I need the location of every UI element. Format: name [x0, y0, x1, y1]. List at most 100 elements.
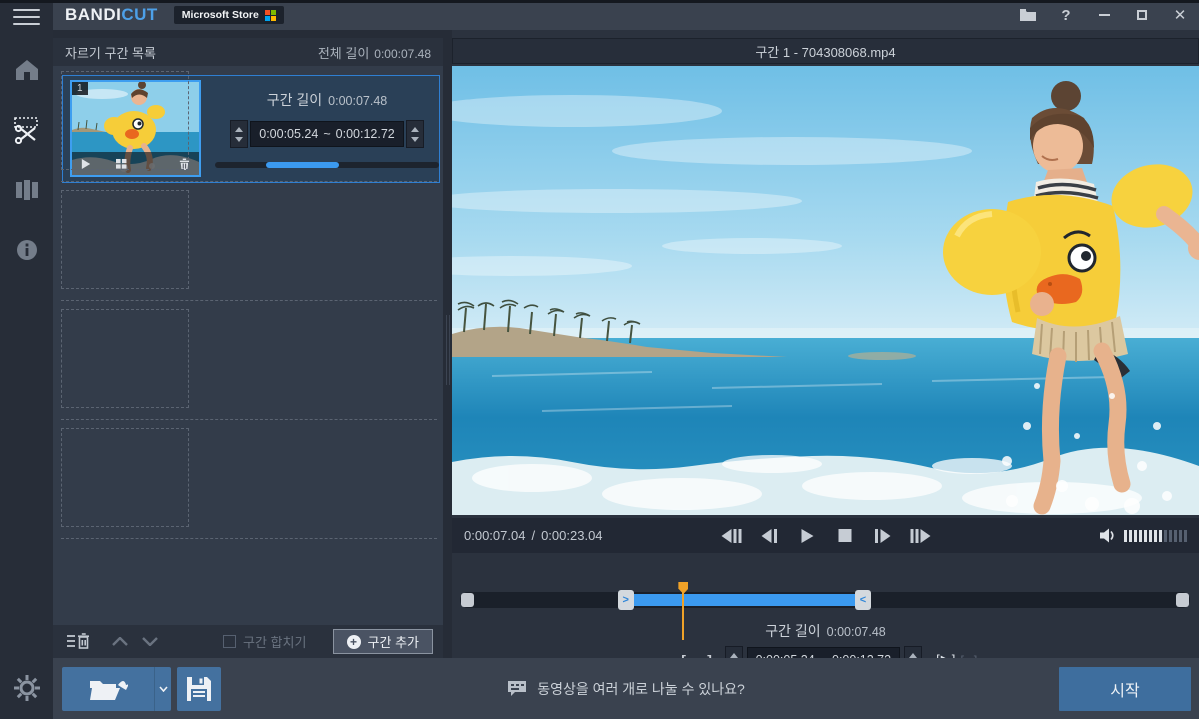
window-controls: ? ✕: [1009, 0, 1199, 30]
file-buttons: [62, 667, 221, 711]
placeholder-divider: [61, 419, 437, 420]
speaker-icon: [1100, 528, 1114, 543]
minimize-icon[interactable]: [1085, 0, 1123, 30]
playback-time: 0:00:07.04/0:00:23.04: [464, 528, 603, 543]
film-join-icon: [15, 180, 38, 200]
seek-start-cap[interactable]: [461, 593, 474, 607]
placeholder-divider: [61, 300, 437, 301]
folder-open-icon: [90, 681, 128, 700]
volume-bar[interactable]: [1179, 529, 1182, 542]
list-toolbar: 구간 합치기 + 구간 추가: [53, 625, 443, 658]
volume-bar[interactable]: [1139, 529, 1142, 542]
placeholder-thumbnail-outline: [61, 428, 189, 527]
maximize-icon[interactable]: [1123, 0, 1161, 30]
bandicut-window: BANDICUT Microsoft Store ? ✕ 자르기 구간 목록 전…: [0, 0, 1199, 719]
chat-bubble-icon: [508, 681, 527, 696]
sidebar: [0, 0, 53, 719]
help-icon[interactable]: ?: [1047, 0, 1085, 30]
volume-control[interactable]: [1100, 528, 1187, 543]
transport-bar: 0:00:07.04/0:00:23.04: [452, 518, 1199, 553]
player-segment-length: 구간 길이 0:00:07.48: [765, 623, 886, 639]
volume-bar[interactable]: [1184, 529, 1187, 542]
jump-end-button[interactable]: [906, 523, 935, 549]
open-folder-icon[interactable]: [1009, 0, 1047, 30]
segment-placeholder: [53, 66, 443, 185]
volume-bar[interactable]: [1144, 529, 1147, 542]
sidebar-item-cut[interactable]: [0, 110, 53, 150]
video-preview[interactable]: [452, 66, 1199, 515]
step-back-button[interactable]: [754, 523, 783, 549]
placeholder-thumbnail-outline: [61, 71, 189, 170]
volume-bar[interactable]: [1134, 529, 1137, 542]
open-file-dropdown[interactable]: [154, 667, 171, 711]
splitter-grip: [446, 315, 447, 385]
total-length: 전체 길이 0:00:07.48: [317, 45, 431, 61]
menu-icon[interactable]: [13, 9, 40, 25]
segment-placeholder: [53, 423, 443, 542]
seek-zone: > < 구간 길이0:00:07.48 [ ] 0:00:05.24~0:00:…: [452, 553, 1199, 674]
cut-list-header: 자르기 구간 목록 전체 길이 0:00:07.48: [53, 38, 443, 66]
volume-bar[interactable]: [1129, 529, 1132, 542]
chevron-down-icon: [158, 686, 168, 692]
player-title: 구간 1 - 704308068.mp4: [452, 38, 1199, 64]
move-up-button[interactable]: [105, 629, 135, 655]
player-panel: 구간 1 - 704308068.mp4 0:00:07.04 / 0:00:2…: [452, 30, 1199, 674]
start-button[interactable]: 시작: [1059, 667, 1191, 711]
sidebar-item-home[interactable]: [0, 50, 53, 90]
jump-start-button[interactable]: [716, 523, 745, 549]
tip-area: 동영상을 여러 개로 나눌 수 있나요?: [53, 658, 1199, 719]
app-logo: BANDICUT: [65, 5, 158, 25]
volume-bar[interactable]: [1164, 529, 1167, 542]
seek-end-cap[interactable]: [1176, 593, 1189, 607]
home-icon: [15, 60, 38, 80]
close-icon[interactable]: ✕: [1161, 0, 1199, 30]
volume-bar[interactable]: [1159, 529, 1162, 542]
cut-list-panel: 자르기 구간 목록 전체 길이 0:00:07.48 1 구간 길이 0:00:…: [53, 30, 443, 658]
sidebar-item-info[interactable]: [0, 230, 53, 270]
segment-list: 1 구간 길이 0:00:07.48 0:00:05.24 ~ 0:00:12.…: [53, 66, 443, 625]
bottom-bar: 동영상을 여러 개로 나눌 수 있나요? 시작: [53, 658, 1199, 719]
logo-text-primary: BANDI: [65, 5, 122, 24]
selection-range: [625, 594, 863, 606]
selection-start-handle[interactable]: >: [617, 590, 634, 610]
tip-text: 동영상을 여러 개로 나눌 수 있나요?: [537, 680, 745, 697]
playback-buttons: [716, 523, 935, 549]
volume-bar[interactable]: [1169, 529, 1172, 542]
merge-segments-label: 구간 합치기: [243, 635, 307, 650]
placeholder-divider: [61, 181, 437, 182]
selection-end-handle[interactable]: <: [854, 590, 871, 610]
scissors-cut-icon: [13, 117, 38, 144]
volume-bar[interactable]: [1149, 529, 1152, 542]
window-top-border: [0, 0, 1199, 3]
cut-list-title: 자르기 구간 목록: [65, 45, 156, 61]
segment-placeholder: [53, 304, 443, 423]
seek-track[interactable]: > <: [460, 582, 1190, 640]
panel-splitter[interactable]: [443, 30, 452, 658]
microsoft-logo-icon: [264, 9, 276, 21]
microsoft-store-badge[interactable]: Microsoft Store: [173, 6, 284, 24]
store-badge-label: Microsoft Store: [181, 9, 259, 21]
clear-list-button[interactable]: [63, 629, 93, 655]
placeholder-thumbnail-outline: [61, 309, 189, 408]
placeholder-thumbnail-outline: [61, 190, 189, 289]
move-down-button[interactable]: [135, 629, 165, 655]
volume-bar[interactable]: [1174, 529, 1177, 542]
gear-icon: [13, 675, 40, 701]
info-icon: [16, 240, 37, 260]
open-file-button[interactable]: [62, 667, 154, 711]
plus-icon: +: [346, 634, 361, 649]
volume-bar[interactable]: [1124, 529, 1127, 542]
play-button[interactable]: [792, 523, 821, 549]
sidebar-item-settings[interactable]: [0, 668, 53, 708]
save-icon: [187, 677, 211, 701]
step-forward-button[interactable]: [868, 523, 897, 549]
add-segment-button[interactable]: + 구간 추가: [332, 629, 433, 654]
save-button[interactable]: [177, 667, 221, 711]
volume-level-bars[interactable]: [1124, 529, 1187, 542]
placeholder-divider: [61, 538, 437, 539]
volume-bar[interactable]: [1154, 529, 1157, 542]
sidebar-item-join[interactable]: [0, 170, 53, 210]
titlebar: BANDICUT Microsoft Store ? ✕: [53, 0, 1199, 30]
merge-segments-checkbox[interactable]: 구간 합치기: [223, 632, 306, 651]
stop-button[interactable]: [830, 523, 859, 549]
